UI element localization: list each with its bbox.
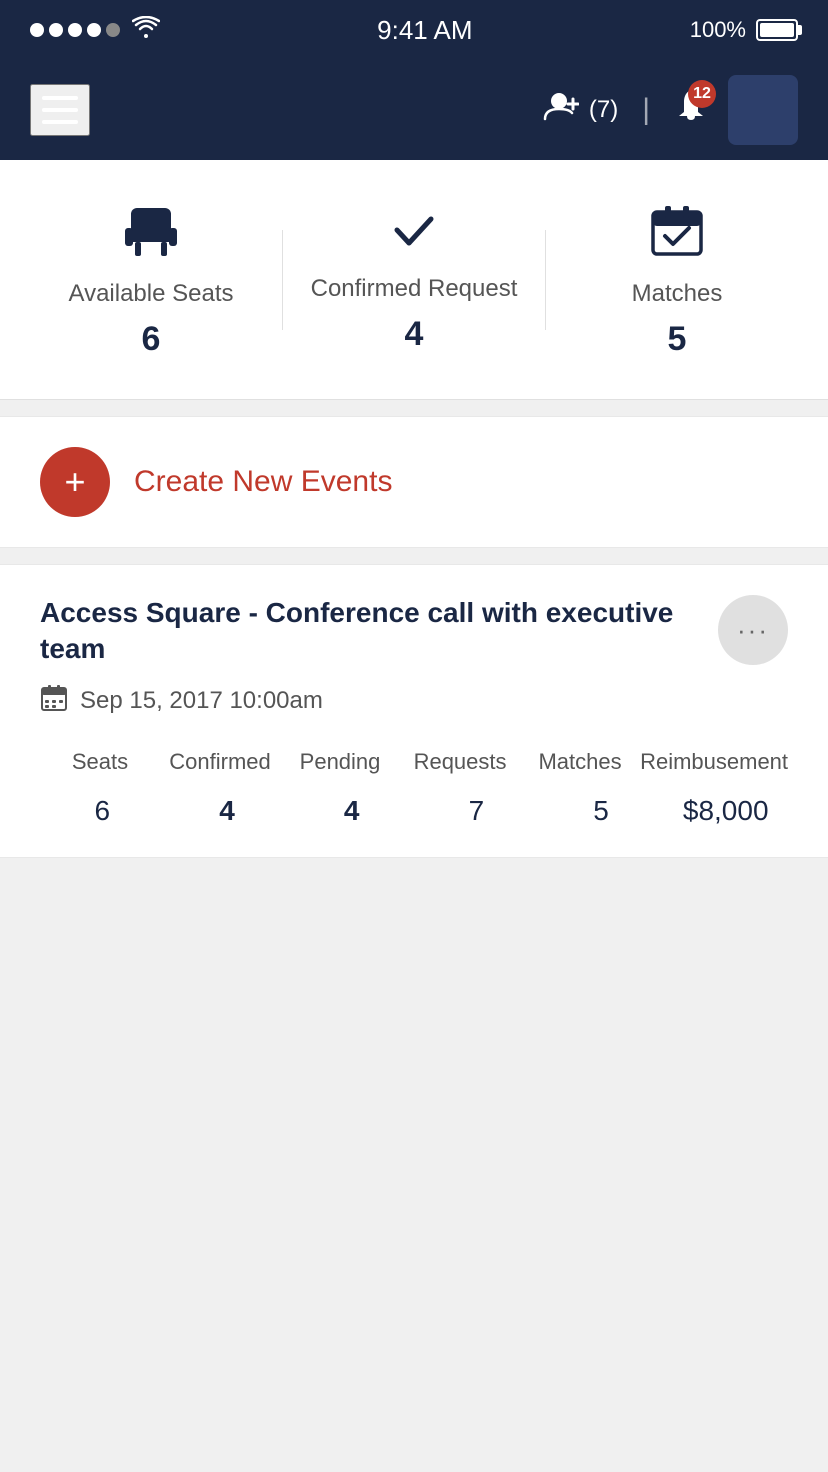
chair-icon: [121, 200, 181, 268]
val-seats: 6: [40, 795, 165, 827]
event-title: Access Square - Conference call with exe…: [40, 595, 718, 668]
user-group[interactable]: (7): [543, 91, 618, 129]
user-count: (7): [589, 96, 618, 124]
dot-1: [30, 23, 44, 37]
available-seats-value: 6: [142, 320, 161, 359]
event-stats-table: Seats Confirmed Pending Requests Matches…: [40, 749, 788, 827]
val-requests: 7: [414, 795, 539, 827]
plus-icon: +: [64, 464, 85, 500]
col-header-pending: Pending: [280, 749, 400, 775]
stat-available-seats[interactable]: Available Seats 6: [20, 200, 282, 359]
create-events-label: Create New Events: [134, 465, 392, 499]
menu-line-2: [42, 108, 78, 112]
more-dots-icon: ···: [737, 615, 769, 646]
avatar[interactable]: [728, 75, 798, 145]
calendar-check-icon: [647, 200, 707, 268]
nav-bar: (7) | 12: [0, 60, 828, 160]
signal-dots: [30, 23, 120, 37]
signal-area: [30, 16, 160, 44]
stats-section: Available Seats 6 Confirmed Request 4: [0, 160, 828, 400]
col-header-matches: Matches: [520, 749, 640, 775]
notifications-button[interactable]: 12: [674, 88, 708, 132]
status-time: 9:41 AM: [377, 15, 472, 46]
event-more-button[interactable]: ···: [718, 595, 788, 665]
nav-divider: |: [642, 93, 650, 127]
matches-value: 5: [668, 320, 687, 359]
table-headers: Seats Confirmed Pending Requests Matches…: [40, 749, 788, 775]
stat-matches[interactable]: Matches 5: [546, 200, 808, 359]
wifi-icon: [132, 16, 160, 44]
val-matches: 5: [539, 795, 664, 827]
event-date: Sep 15, 2017 10:00am: [40, 684, 788, 719]
stat-confirmed-request[interactable]: Confirmed Request 4: [283, 205, 545, 354]
val-reimbusement: $8,000: [663, 795, 788, 827]
menu-line-3: [42, 120, 78, 124]
dot-4: [87, 23, 101, 37]
col-header-confirmed: Confirmed: [160, 749, 280, 775]
table-values: 6 4 4 7 5 $8,000: [40, 795, 788, 827]
battery-icon: [756, 19, 798, 41]
dot-2: [49, 23, 63, 37]
event-date-text: Sep 15, 2017 10:00am: [80, 687, 323, 715]
checkmark-icon: [389, 205, 439, 263]
dot-3: [68, 23, 82, 37]
dot-5: [106, 23, 120, 37]
event-card: Access Square - Conference call with exe…: [0, 564, 828, 858]
confirmed-request-value: 4: [405, 315, 424, 354]
confirmed-request-label: Confirmed Request: [311, 275, 518, 303]
col-header-seats: Seats: [40, 749, 160, 775]
nav-right-area: (7) | 12: [543, 75, 798, 145]
create-events-section: + Create New Events: [0, 416, 828, 548]
col-header-reimbusement: Reimbusement: [640, 749, 788, 775]
add-user-icon: [543, 91, 579, 129]
create-event-button[interactable]: +: [40, 447, 110, 517]
val-confirmed: 4: [165, 795, 290, 827]
battery-pct: 100%: [690, 17, 746, 43]
menu-line-1: [42, 96, 78, 100]
available-seats-label: Available Seats: [69, 280, 234, 308]
val-pending: 4: [289, 795, 414, 827]
hamburger-menu-button[interactable]: [30, 84, 90, 136]
status-bar: 9:41 AM 100%: [0, 0, 828, 60]
event-header: Access Square - Conference call with exe…: [40, 595, 788, 668]
col-header-requests: Requests: [400, 749, 520, 775]
notification-badge: 12: [688, 80, 716, 108]
matches-label: Matches: [632, 280, 723, 308]
battery-area: 100%: [690, 17, 798, 43]
calendar-icon: [40, 684, 68, 719]
